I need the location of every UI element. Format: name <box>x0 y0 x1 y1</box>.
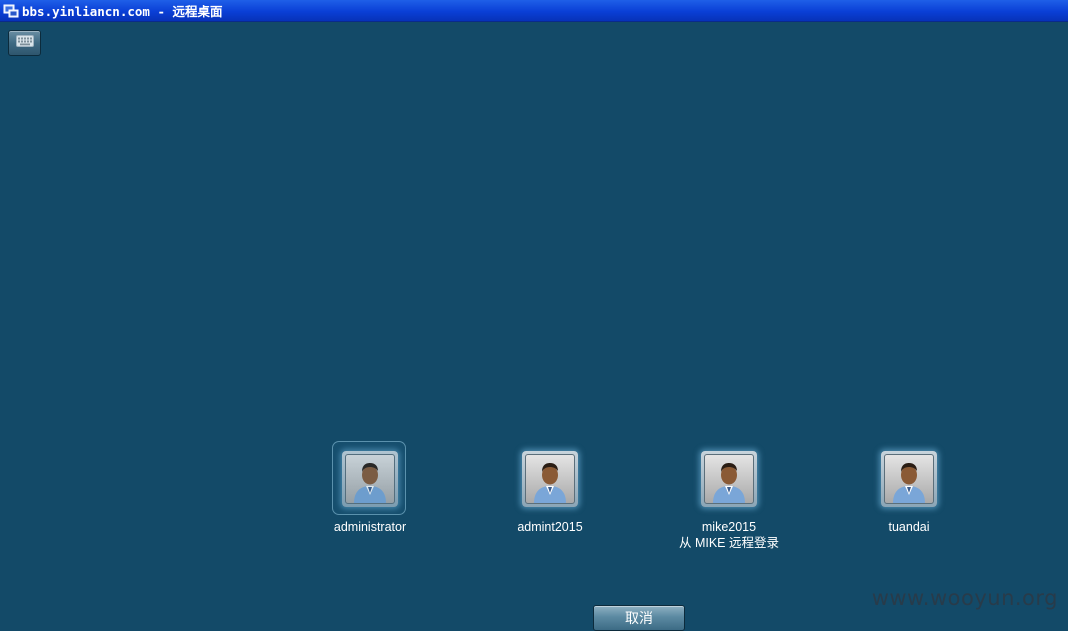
keyboard-icon <box>15 34 34 52</box>
watermark: www.wooyun.org <box>871 586 1058 610</box>
user-session-status: 从 MIKE 远程登录 <box>678 536 779 550</box>
cancel-button[interactable]: 取消 <box>593 605 685 631</box>
user-avatar-frame <box>332 441 406 515</box>
avatar <box>884 454 934 504</box>
avatar <box>704 454 754 504</box>
avatar <box>525 454 575 504</box>
user-tile-tuandai[interactable]: tuandai <box>819 443 999 535</box>
user-name: admint2015 <box>517 520 583 534</box>
user-avatar-icon <box>354 463 386 503</box>
user-name: administrator <box>333 520 407 534</box>
remote-desktop-icon <box>3 3 19 19</box>
window-titlebar[interactable]: bbs.yinliancn.com - 远程桌面 <box>0 0 1068 22</box>
user-tile-mike2015[interactable]: mike2015 从 MIKE 远程登录 <box>639 443 819 551</box>
user-avatar-frame <box>522 451 578 507</box>
user-name: mike2015 <box>701 520 757 534</box>
keyboard-button[interactable] <box>8 30 41 56</box>
user-avatar-icon <box>713 463 745 503</box>
user-tile-admint2015[interactable]: admint2015 <box>460 443 640 535</box>
user-avatar-frame <box>701 451 757 507</box>
user-avatar-icon <box>893 463 925 503</box>
remote-desktop-screen: administrator admint2015 mike2015 从 MIKE… <box>0 22 1068 631</box>
window-title: bbs.yinliancn.com - 远程桌面 <box>22 4 223 19</box>
avatar <box>345 454 395 504</box>
user-name: tuandai <box>888 520 930 534</box>
user-avatar-frame <box>881 451 937 507</box>
user-avatar-icon <box>534 463 566 503</box>
user-tile-administrator[interactable]: administrator <box>280 441 460 535</box>
